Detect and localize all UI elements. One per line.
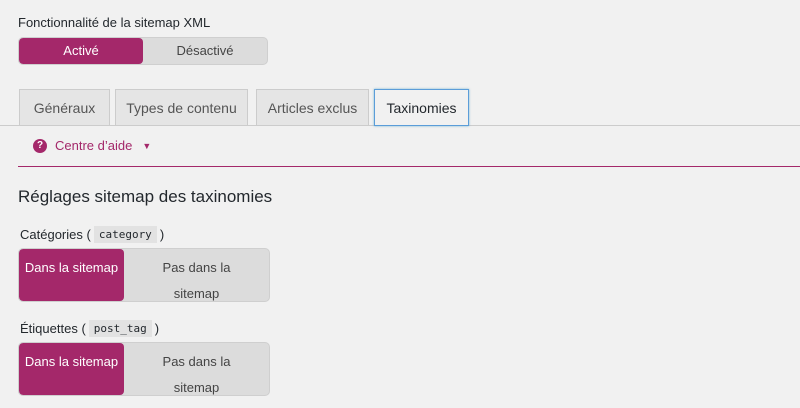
taxonomy-slug: category — [93, 226, 157, 243]
triangle-down-icon: ▼ — [142, 140, 152, 151]
feature-on-option[interactable]: Activé — [19, 38, 143, 64]
taxonomy-name: Étiquettes — [20, 321, 78, 336]
tab-articles-exclus[interactable]: Articles exclus — [256, 89, 369, 125]
category-sitemap-toggle[interactable]: Dans la sitemap Pas dans la sitemap — [18, 248, 270, 302]
help-divider — [18, 166, 800, 167]
taxonomy-label-category: Catégories ( category ) — [20, 226, 165, 243]
sitemap-feature-toggle[interactable]: Activé Désactivé — [18, 37, 268, 65]
post-tag-sitemap-toggle[interactable]: Dans la sitemap Pas dans la sitemap — [18, 342, 270, 396]
taxonomy-slug: post_tag — [88, 320, 152, 337]
help-center-label: Centre d’aide — [55, 138, 133, 153]
section-title: Réglages sitemap des taxinomies — [18, 187, 273, 206]
taxonomy-label-post-tag: Étiquettes ( post_tag ) — [20, 320, 160, 337]
question-icon: ? — [33, 138, 47, 153]
category-not-in-sitemap-option[interactable]: Pas dans la sitemap — [124, 249, 269, 301]
tab-taxinomies[interactable]: Taxinomies — [374, 89, 469, 126]
taxonomy-name: Catégories — [20, 227, 83, 242]
post-tag-in-sitemap-option[interactable]: Dans la sitemap — [19, 343, 124, 395]
feature-off-option[interactable]: Désactivé — [143, 38, 267, 64]
sitemap-feature-label: Fonctionnalité de la sitemap XML — [18, 15, 211, 30]
settings-tabs: Généraux Types de contenu Articles exclu… — [0, 89, 800, 126]
tab-types-de-contenu[interactable]: Types de contenu — [115, 89, 248, 125]
category-in-sitemap-option[interactable]: Dans la sitemap — [19, 249, 124, 301]
help-center-toggle[interactable]: ? Centre d’aide ▼ — [33, 138, 151, 153]
post-tag-not-in-sitemap-option[interactable]: Pas dans la sitemap — [124, 343, 269, 395]
tab-generaux[interactable]: Généraux — [19, 89, 110, 125]
